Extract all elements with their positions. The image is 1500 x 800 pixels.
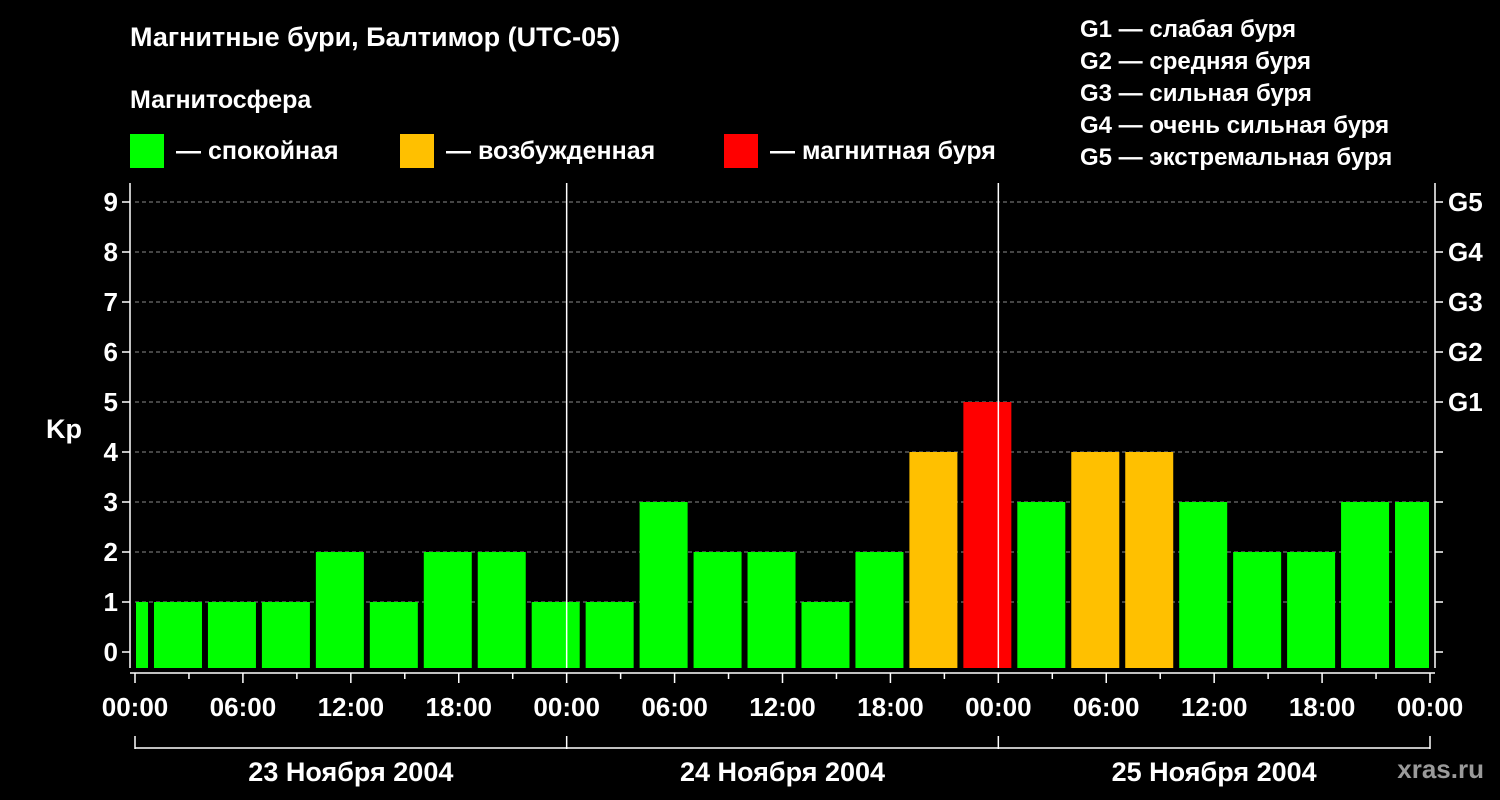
x-tick-label-6: 12:00 [749,692,816,722]
x-tick-label-8: 00:00 [965,692,1032,722]
bar-17 [1017,502,1066,668]
x-tick-label-1: 06:00 [210,692,277,722]
bar-16 [963,402,1012,668]
bar-23 [1341,502,1390,668]
bar-10 [639,502,688,668]
bar-24 [1395,502,1429,668]
x-tick-label-4: 00:00 [533,692,600,722]
bar-0 [136,602,149,668]
bar-18 [1071,452,1120,668]
x-tick-label-2: 12:00 [318,692,385,722]
bar-12 [747,552,796,668]
g-tick-label-G3: G3 [1448,287,1483,317]
x-tick-label-3: 18:00 [426,692,493,722]
bar-15 [909,452,958,668]
bar-8 [531,602,580,668]
g-tick-label-G4: G4 [1448,237,1483,267]
g-tick-label-G2: G2 [1448,337,1483,367]
bar-4 [315,552,364,668]
day-label-2: 25 Ноября 2004 [1112,757,1317,787]
kp-chart: 0 1 2 3 4 5 6 7 8 9 G1 G2 G3 G4 G5 Kp 00:00 06:00 12:00 18:… [46,183,1483,787]
y-tick-label-7: 7 [104,287,118,317]
y-axis-label: Kp [46,414,82,444]
y-tick-label-0: 0 [104,637,118,667]
g-tick-label-G5: G5 [1448,187,1483,217]
watermark: xras.ru [1397,754,1484,784]
x-tick-label-7: 18:00 [857,692,924,722]
y-tick-label-1: 1 [104,587,118,617]
bar-9 [585,602,634,668]
x-tick-label-5: 06:00 [641,692,708,722]
bar-20 [1179,502,1228,668]
y-tick-label-5: 5 [104,387,118,417]
bar-11 [693,552,742,668]
y-tick-label-6: 6 [104,337,118,367]
day-label-0: 23 Ноября 2004 [248,757,453,787]
y-tick-label-9: 9 [104,187,118,217]
x-tick-label-12: 00:00 [1397,692,1464,722]
y-tick-label-3: 3 [104,487,118,517]
g-tick-label-G1: G1 [1448,387,1483,417]
x-tick-label-0: 00:00 [102,692,169,722]
bar-13 [801,602,850,668]
bar-7 [477,552,526,668]
x-tick-label-11: 18:00 [1289,692,1356,722]
y-tick-label-4: 4 [104,437,119,467]
y-tick-label-8: 8 [104,237,118,267]
bar-14 [855,552,904,668]
bar-5 [369,602,418,668]
x-tick-label-9: 06:00 [1073,692,1140,722]
bar-22 [1287,552,1336,668]
day-label-1: 24 Ноября 2004 [680,757,885,787]
bar-2 [207,602,256,668]
bar-1 [153,602,202,668]
x-tick-label-10: 12:00 [1181,692,1248,722]
bar-3 [261,602,310,668]
y-tick-label-2: 2 [104,537,118,567]
bar-6 [423,552,472,668]
bar-19 [1125,452,1174,668]
bar-21 [1233,552,1282,668]
